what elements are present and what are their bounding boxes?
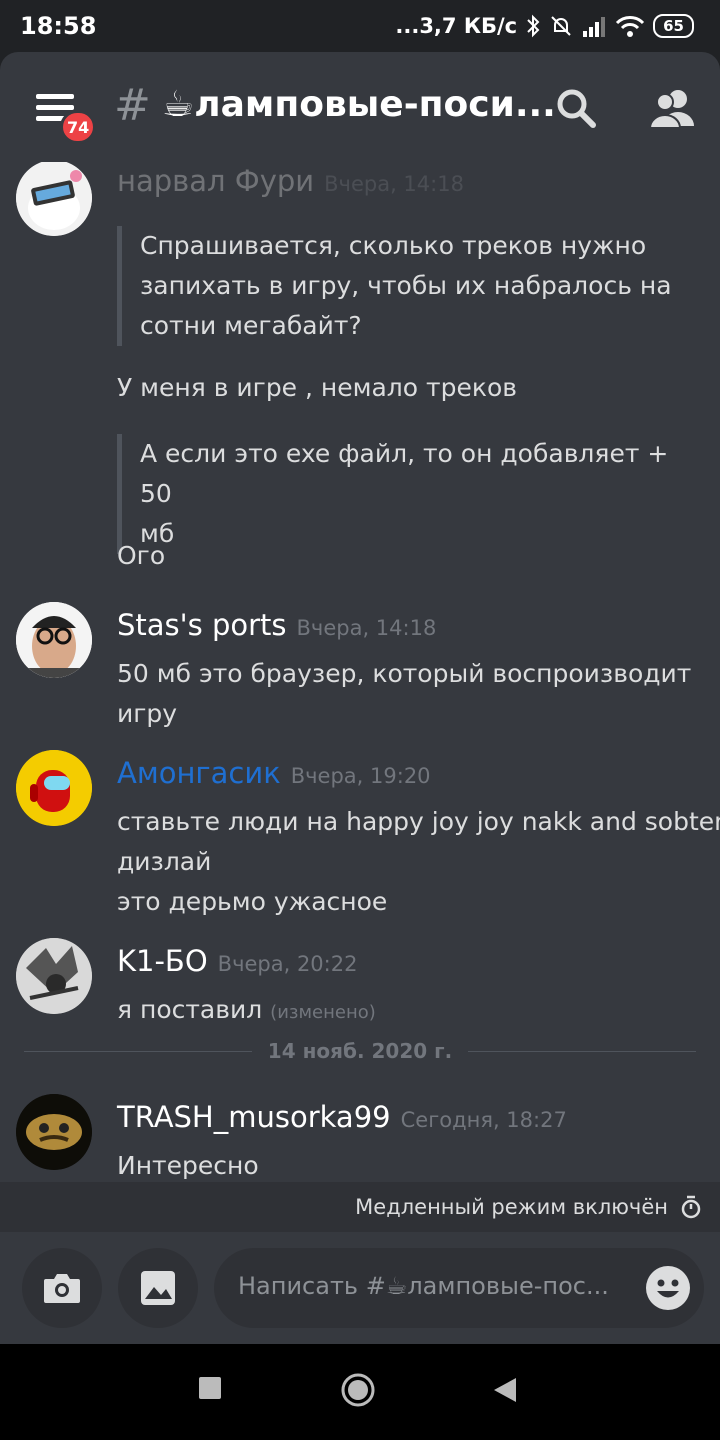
menu-icon-bar <box>36 105 74 110</box>
nav-back-icon[interactable] <box>492 1376 518 1404</box>
author-label: Амонгасик <box>117 756 281 790</box>
search-icon[interactable] <box>552 84 600 132</box>
message-text: ставьте люди на happy joy joy nakk and s… <box>117 807 720 836</box>
avatar[interactable] <box>16 750 92 826</box>
edited-marker: (изменено) <box>270 1002 376 1023</box>
slowmode-bar[interactable]: Медленный режим включён <box>0 1182 720 1232</box>
hash-icon: # <box>114 80 151 131</box>
camera-button[interactable] <box>22 1248 102 1328</box>
message-text: я поставил (изменено) <box>117 990 376 1033</box>
nav-square-icon[interactable] <box>198 1376 222 1400</box>
battery-indicator: 65 <box>653 14 694 38</box>
timer-icon <box>681 1195 701 1219</box>
mute-bell-icon <box>551 16 571 36</box>
avatar-image <box>16 938 92 1014</box>
nav-circle-icon[interactable] <box>340 1372 376 1408</box>
image-icon <box>141 1271 175 1305</box>
avatar[interactable] <box>16 1094 92 1170</box>
message-text: Интересно <box>117 1151 259 1180</box>
author-name[interactable]: K1-БО Вчера, 20:22 <box>117 944 357 978</box>
quote-line: запихать в игру, чтобы их набралось на <box>140 271 672 300</box>
message-input-placeholder: Написать #☕ламповые-пос... <box>238 1272 609 1300</box>
avatar-image <box>16 602 92 678</box>
author-name[interactable]: TRASH_musorka99 Сегодня, 18:27 <box>117 1100 567 1134</box>
status-bar: 18:58 ...3,7 КБ/с 65 <box>0 0 720 52</box>
camera-icon <box>44 1274 80 1303</box>
message-input[interactable]: Написать #☕ламповые-пос... <box>214 1248 704 1328</box>
author-name[interactable]: Stas's ports Вчера, 14:18 <box>117 608 436 642</box>
avatar[interactable] <box>16 602 92 678</box>
timestamp: Вчера, 19:20 <box>290 764 431 788</box>
timestamp: Вчера, 20:22 <box>217 952 358 976</box>
timestamp: Сегодня, 18:27 <box>400 1108 567 1132</box>
emoji-icon <box>647 1267 689 1309</box>
bluetooth-icon <box>527 14 540 38</box>
message-text: дизлай <box>117 847 212 876</box>
emoji-button[interactable] <box>646 1266 690 1310</box>
quote-line: сотни мегабайт? <box>140 311 362 340</box>
blockquote: А если это exe файл, то он добавляет + 5… <box>117 434 697 554</box>
android-nav-bar <box>0 1344 720 1440</box>
divider-line <box>24 1050 252 1052</box>
status-time: 18:58 <box>20 12 97 40</box>
message-body: я поставил <box>117 995 263 1024</box>
gallery-button[interactable] <box>118 1248 198 1328</box>
avatar[interactable] <box>16 162 92 236</box>
divider-line <box>468 1050 696 1052</box>
avatar-image <box>16 750 92 826</box>
avatar[interactable] <box>16 938 92 1014</box>
author-name[interactable]: нарвал Фури Вчера, 14:18 <box>117 164 464 198</box>
author-label: TRASH_musorka99 <box>117 1100 391 1134</box>
date-divider: 14 нояб. 2020 г. <box>24 1036 696 1066</box>
menu-button[interactable]: 74 <box>34 90 97 144</box>
quote-line: мб <box>140 519 175 548</box>
blockquote: Спрашивается, сколько треков нужно запих… <box>117 226 697 346</box>
author-label: Stas's ports <box>117 608 287 642</box>
message-text: это дерьмо ужасное <box>117 887 388 916</box>
members-icon[interactable] <box>648 84 696 132</box>
avatar-image <box>16 162 92 236</box>
timestamp: Вчера, 14:18 <box>296 616 437 640</box>
quote-line: Спрашивается, сколько треков нужно <box>140 231 647 260</box>
avatar-image <box>16 1094 92 1170</box>
message-list[interactable]: нарвал Фури Вчера, 14:18 Спрашивается, ск… <box>0 162 720 1182</box>
message-text: У меня в игре , немало треков <box>117 373 517 402</box>
discord-app: 74 # ☕ламповые-поси... нарвал Фури Вчера,… <box>0 52 720 1344</box>
timestamp: Вчера, 14:18 <box>324 172 464 196</box>
wifi-icon <box>616 16 645 37</box>
status-indicators: ...3,7 КБ/с 65 <box>395 14 694 38</box>
network-speed: ...3,7 КБ/с <box>395 14 518 38</box>
menu-icon <box>36 94 74 99</box>
quote-line: А если это exe файл, то он добавляет + 5… <box>140 439 669 508</box>
author-name[interactable]: Амонгасик Вчера, 19:20 <box>117 756 431 790</box>
signal-icon <box>583 17 606 37</box>
message-composer: Написать #☕ламповые-пос... <box>0 1232 720 1344</box>
message-text: Ого <box>117 541 166 570</box>
author-label: K1-БО <box>117 944 208 978</box>
channel-header: 74 # ☕ламповые-поси... <box>0 52 720 162</box>
author-label: нарвал Фури <box>117 164 315 198</box>
message-text: 50 мб это браузер, который воспроизводит <box>117 659 692 688</box>
message-text: игру <box>117 699 178 728</box>
slowmode-label: Медленный режим включён <box>355 1195 668 1219</box>
unread-badge: 74 <box>60 110 97 144</box>
date-divider-label: 14 нояб. 2020 г. <box>267 1039 453 1063</box>
channel-title[interactable]: ☕ламповые-поси... <box>162 84 556 125</box>
